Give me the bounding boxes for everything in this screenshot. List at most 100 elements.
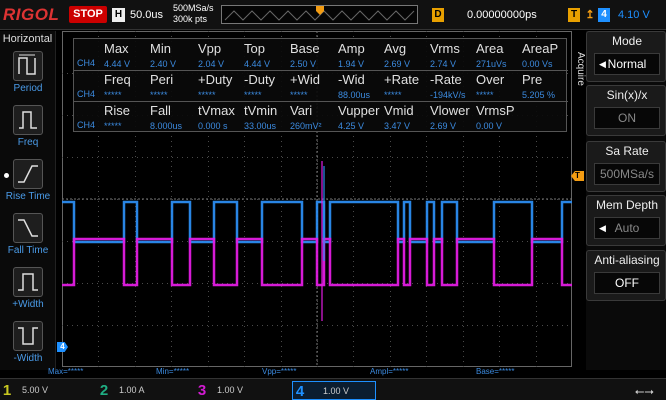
row-divider <box>74 70 568 71</box>
max-readout: Max=***** <box>48 367 84 376</box>
select-arrow-icon: ◀ <box>599 59 606 69</box>
top-status-bar: RIGOL STOP H 50.0us 500MSa/s 300k pts D … <box>0 0 666 30</box>
channel-scale: 5.00 V <box>22 385 49 395</box>
measurement-header: +Duty <box>198 72 233 87</box>
mode-title: Mode <box>611 34 643 48</box>
channel-2-status[interactable]: 2 1.00 A <box>97 381 192 400</box>
measurement-header: tVmin <box>244 103 278 118</box>
period-button[interactable]: Period <box>3 47 53 99</box>
sample-rate-value: 500MSa/s <box>594 163 660 185</box>
select-arrow-icon: ◀ <box>599 223 606 233</box>
negative-width-button[interactable]: -Width <box>3 317 53 369</box>
negative-width-icon <box>13 321 43 351</box>
positive-width-label: +Width <box>12 299 44 310</box>
measurement-channel: CH4 <box>77 89 96 99</box>
measurement-value: 0.00 Vs <box>522 59 553 69</box>
channel-status-bar: 1 5.00 V 2 1.00 A 3 1.00 V 4 1.00 V ⭠⭢ <box>0 378 666 400</box>
measurement-header: -Duty <box>244 72 276 87</box>
min-readout: Min=***** <box>156 367 190 376</box>
trigger-level-readout[interactable]: 4.10 V <box>618 9 650 21</box>
anti-aliasing-value: OFF <box>594 272 660 294</box>
horizontal-badge: H <box>112 8 125 22</box>
measurement-value: 4.25 V <box>338 121 365 131</box>
run-stop-indicator[interactable]: STOP <box>69 6 107 23</box>
measurement-value: 4.44 V <box>104 59 131 69</box>
measurement-header: Vupper <box>338 103 380 118</box>
measurement-value: 271uVs <box>476 59 507 69</box>
acquire-menu: Mode ◀ Normal Sin(x)/x ON Sa Rate 500MSa… <box>586 31 666 370</box>
sample-rate-readout: 500MSa/s <box>173 3 214 13</box>
measurement-value: 4.44 V <box>244 59 271 69</box>
measurement-table: Max Min Vpp Top Base Amp Avg Vrms Area AreaP CH4 4.… <box>73 38 568 132</box>
measurement-value: ***** <box>150 90 168 100</box>
rising-edge-icon: ↥ <box>585 9 595 21</box>
sample-info: 500MSa/s 300k pts <box>173 3 214 25</box>
anti-aliasing-softkey[interactable]: Anti-aliasing OFF <box>586 250 666 301</box>
frequency-icon <box>13 105 43 135</box>
channel-3-trace <box>62 237 572 287</box>
measurement-value: 88.00us <box>338 90 371 100</box>
measurement-value: 2.69 V <box>430 121 457 131</box>
measurement-header: Vrms <box>430 41 460 56</box>
measurement-header: -Rate <box>430 72 462 87</box>
measurement-value: 2.40 V <box>150 59 177 69</box>
freq-button[interactable]: Freq <box>3 101 53 153</box>
mode-value: ◀ Normal <box>594 53 660 75</box>
trigger-level-marker[interactable]: T <box>571 171 584 181</box>
row-divider <box>74 101 568 102</box>
measurement-header: Max <box>104 41 129 56</box>
positive-width-button[interactable]: +Width <box>3 263 53 315</box>
measurement-header: Vlower <box>430 103 470 118</box>
sinx-softkey[interactable]: Sin(x)/x ON <box>586 85 666 136</box>
sample-rate-softkey[interactable]: Sa Rate 500MSa/s <box>586 141 666 192</box>
fall-time-icon <box>13 213 43 243</box>
mode-softkey[interactable]: Mode ◀ Normal <box>586 31 666 82</box>
measurement-value: 2.69 V <box>384 59 411 69</box>
rise-time-icon <box>13 159 43 189</box>
bottom-measurement-strip: Max=***** Min=***** Vpp=***** Ampl=*****… <box>46 367 572 378</box>
memory-points-readout: 300k pts <box>173 14 208 24</box>
measurement-header: AreaP <box>522 41 559 56</box>
trigger-source-badge: 4 <box>598 8 610 22</box>
timebase-readout[interactable]: 50.0us <box>130 9 163 21</box>
rise-time-button[interactable]: Rise Time <box>3 155 53 207</box>
channel-scale: 1.00 A <box>119 385 145 395</box>
usb-icon: ⭠⭢ <box>634 384 654 398</box>
measurement-value: ***** <box>244 90 262 100</box>
measurement-value: -194kV/s <box>430 90 466 100</box>
measurement-value: ***** <box>290 90 308 100</box>
measurement-header: -Wid <box>338 72 365 87</box>
channel-scale: 1.00 V <box>323 386 350 396</box>
channel-1-status[interactable]: 1 5.00 V <box>0 381 95 400</box>
mem-depth-value: ◀ Auto <box>594 217 660 239</box>
measurement-value: 0.00 V <box>476 121 503 131</box>
measurement-value: ***** <box>384 90 402 100</box>
anti-aliasing-title: Anti-aliasing <box>594 253 660 267</box>
positive-width-icon <box>13 267 43 297</box>
channel-scale: 1.00 V <box>217 385 244 395</box>
mem-depth-softkey[interactable]: Mem Depth ◀ Auto <box>586 195 666 246</box>
fall-time-label: Fall Time <box>7 245 49 256</box>
measurement-header: VrmsP <box>476 103 515 118</box>
trigger-badge: T <box>568 8 580 22</box>
channel-4-status[interactable]: 4 1.00 V <box>292 381 376 400</box>
fall-time-button[interactable]: Fall Time <box>3 209 53 261</box>
measurement-value: ***** <box>104 121 122 131</box>
period-label: Period <box>13 83 43 94</box>
ampl-readout: Ampl=***** <box>370 367 409 376</box>
measurement-value: 1.94 V <box>338 59 365 69</box>
measurement-value: 0.000 s <box>198 121 228 131</box>
trigger-delay-readout[interactable]: 0.00000000ps <box>467 9 537 21</box>
measurement-header: Area <box>476 41 504 56</box>
mem-depth-title: Mem Depth <box>595 198 659 212</box>
channel-3-status[interactable]: 3 1.00 V <box>195 381 290 400</box>
channel-number: 4 <box>295 383 305 400</box>
measurement-header: Avg <box>384 41 407 56</box>
measurement-header: Rise <box>104 103 131 118</box>
measurement-value: ***** <box>104 90 122 100</box>
sample-rate-title: Sa Rate <box>605 144 649 158</box>
vpp-readout: Vpp=***** <box>262 367 297 376</box>
freq-label: Freq <box>17 137 39 148</box>
measurement-channel: CH4 <box>77 58 96 68</box>
horizontal-measure-panel: Horizontal Period Freq Rise Time Fall Ti… <box>0 31 56 370</box>
